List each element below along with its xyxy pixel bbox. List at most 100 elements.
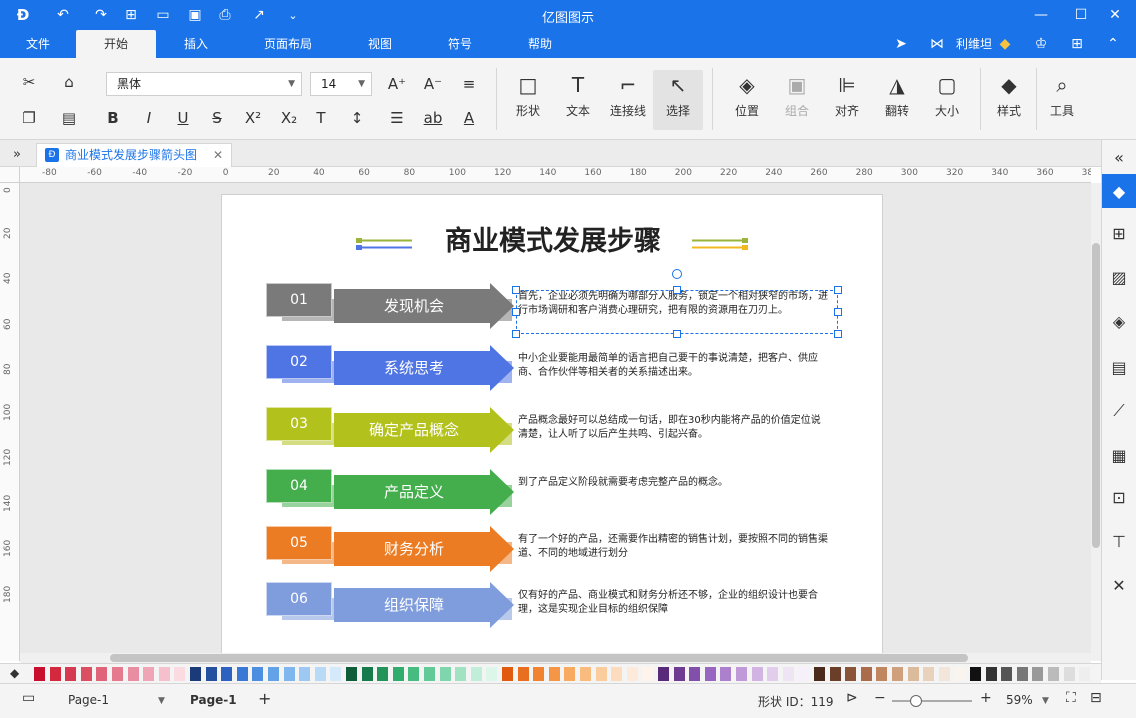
step-description[interactable]: 到了产品定义阶段就需要考虑完整产品的概念。: [518, 476, 830, 490]
color-swatch[interactable]: [954, 667, 966, 681]
horizontal-scroll-thumb[interactable]: [110, 654, 968, 662]
color-swatch[interactable]: [361, 667, 373, 681]
shape-button[interactable]: □ 形状: [503, 70, 553, 130]
color-swatch[interactable]: [314, 667, 326, 681]
color-swatch[interactable]: [236, 667, 248, 681]
color-swatch[interactable]: [829, 667, 841, 681]
expand-library-icon[interactable]: »: [4, 142, 30, 166]
color-swatch[interactable]: [330, 667, 342, 681]
color-swatch[interactable]: [938, 667, 950, 681]
text-case-icon[interactable]: T: [308, 106, 334, 130]
color-swatch[interactable]: [923, 667, 935, 681]
color-swatch[interactable]: [174, 667, 186, 681]
color-swatch[interactable]: [517, 667, 529, 681]
step-number[interactable]: 03: [266, 407, 332, 441]
resize-handle[interactable]: [673, 286, 681, 294]
color-swatch[interactable]: [673, 667, 685, 681]
color-swatch[interactable]: [377, 667, 389, 681]
step-description[interactable]: 仅有好的产品、商业模式和财务分析还不够，企业的组织设计也要合理，这是实现企业目标…: [518, 589, 830, 617]
play-icon[interactable]: ⊳: [846, 690, 858, 706]
fill-icon[interactable]: ◆: [1102, 174, 1136, 208]
step-label[interactable]: 组织保障: [334, 582, 494, 628]
color-swatch[interactable]: [1032, 667, 1044, 681]
step-label[interactable]: 产品定义: [334, 469, 494, 515]
layers-icon[interactable]: ◈: [1102, 304, 1136, 338]
step-number[interactable]: 01: [266, 283, 332, 317]
step-row[interactable]: 03 确定产品概念 产品概念最好可以总结成一句话，即在30秒内能将产品的价值定位说清…: [266, 407, 826, 457]
color-swatch[interactable]: [814, 667, 825, 681]
text-button[interactable]: T 文本: [553, 70, 603, 130]
color-swatch[interactable]: [985, 667, 997, 681]
color-swatch[interactable]: [392, 667, 404, 681]
document-tab[interactable]: Ð 商业模式发展步骤箭头图 ✕: [36, 143, 232, 167]
color-swatch[interactable]: [346, 667, 357, 681]
color-swatch[interactable]: [564, 667, 576, 681]
color-swatch[interactable]: [127, 667, 139, 681]
diagram-page[interactable]: 商业模式发展步骤 01 发现机会 首先，企业必须先明确为哪部分人服务，锁定一个相对狭…: [221, 194, 883, 661]
color-swatch[interactable]: [80, 667, 92, 681]
color-swatch[interactable]: [455, 667, 467, 681]
add-page-icon[interactable]: +: [258, 689, 271, 708]
color-swatch[interactable]: [845, 667, 857, 681]
color-swatch[interactable]: [424, 667, 435, 681]
color-swatch[interactable]: [860, 667, 872, 681]
rotate-handle[interactable]: [672, 269, 682, 279]
zoom-level[interactable]: 59%: [1006, 693, 1033, 707]
step-row[interactable]: 02 系统思考 中小企业要能用最简单的语言把自己要干的事说清楚，把客户、供应商、合作…: [266, 345, 826, 395]
tab-home[interactable]: 开始: [76, 30, 156, 58]
subscript-icon[interactable]: X₂: [276, 106, 302, 130]
image-icon[interactable]: ▨: [1102, 260, 1136, 294]
color-swatch[interactable]: [252, 667, 264, 681]
step-row[interactable]: 06 组织保障 仅有好的产品、商业模式和财务分析还不够，企业的组织设计也要合理，这是…: [266, 582, 826, 632]
color-swatch[interactable]: [533, 667, 545, 681]
italic-icon[interactable]: I: [136, 106, 162, 130]
color-swatch[interactable]: [736, 667, 747, 681]
minimize-icon[interactable]: —: [1026, 4, 1056, 26]
superscript-icon[interactable]: X²: [240, 106, 266, 130]
resize-handle[interactable]: [834, 308, 842, 316]
step-description[interactable]: 有了一个好的产品，还需要作出精密的销售计划，要按照不同的销售渠道、不同的地域进行…: [518, 533, 830, 561]
format-painter-icon[interactable]: ⌂: [56, 70, 82, 94]
cut-icon[interactable]: ✂: [16, 70, 42, 94]
close-tab-icon[interactable]: ✕: [213, 144, 223, 166]
resize-handle[interactable]: [673, 330, 681, 338]
position-button[interactable]: ◈ 位置: [722, 70, 772, 130]
page-view-icon[interactable]: ▭: [22, 690, 35, 706]
tab-file[interactable]: 文件: [14, 30, 62, 58]
chevron-down-icon[interactable]: ▼: [1042, 696, 1049, 706]
tools-button[interactable]: ⌕ 工具: [1037, 70, 1087, 130]
color-swatch[interactable]: [626, 667, 638, 681]
color-swatch[interactable]: [907, 667, 919, 681]
close-icon[interactable]: ✕: [1100, 4, 1130, 26]
maximize-icon[interactable]: ☐: [1066, 4, 1096, 26]
color-swatch[interactable]: [798, 667, 810, 681]
zoom-slider-knob[interactable]: [910, 695, 922, 707]
increase-font-icon[interactable]: A⁺: [384, 72, 410, 96]
drawing-canvas[interactable]: 商业模式发展步骤 01 发现机会 首先，企业必须先明确为哪部分人服务，锁定一个相对狭…: [20, 183, 1091, 661]
share-icon[interactable]: ⋈: [926, 34, 948, 54]
copy-icon[interactable]: ❐: [16, 106, 42, 130]
tab-symbol[interactable]: 符号: [436, 30, 484, 58]
group-button[interactable]: ▣ 组合: [772, 70, 822, 130]
tab-help[interactable]: 帮助: [516, 30, 564, 58]
underline-icon[interactable]: U: [170, 106, 196, 130]
color-swatch[interactable]: [65, 667, 77, 681]
color-swatch[interactable]: [205, 667, 217, 681]
color-swatch[interactable]: [689, 667, 701, 681]
step-label[interactable]: 财务分析: [334, 526, 494, 572]
color-swatch[interactable]: [611, 667, 623, 681]
color-swatch[interactable]: [1079, 667, 1091, 681]
resize-handle[interactable]: [512, 308, 520, 316]
color-swatch[interactable]: [580, 667, 591, 681]
step-number[interactable]: 06: [266, 582, 332, 616]
flip-button[interactable]: ◮ 翻转: [872, 70, 922, 130]
vertical-scrollbar[interactable]: [1091, 183, 1101, 661]
fit-page-icon[interactable]: ⛶: [1066, 690, 1076, 706]
color-swatch[interactable]: [34, 667, 45, 681]
user-name[interactable]: 利维坦: [952, 30, 996, 58]
zoom-out-icon[interactable]: −: [874, 690, 886, 706]
step-label[interactable]: 确定产品概念: [334, 407, 494, 453]
page-icon[interactable]: ▤: [1102, 350, 1136, 384]
table-icon[interactable]: ▦: [1102, 438, 1136, 472]
size-button[interactable]: ▢ 大小: [922, 70, 972, 130]
